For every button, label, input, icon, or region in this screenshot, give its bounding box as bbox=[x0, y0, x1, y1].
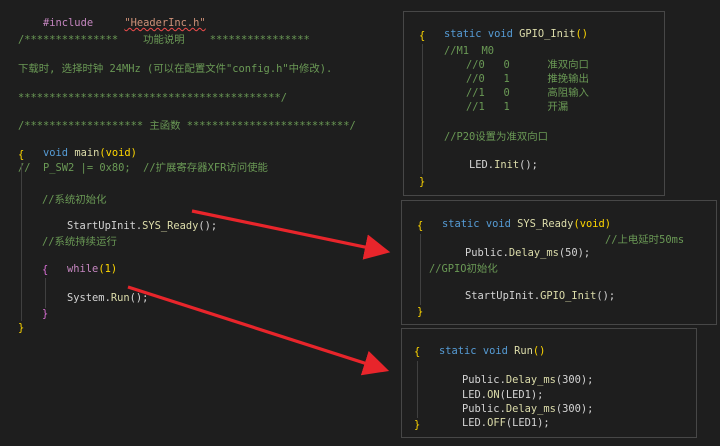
void-keyword: void bbox=[482, 345, 508, 357]
init-comment: //系统初始化 bbox=[42, 194, 107, 206]
system-run-call[interactable]: System.Run(); bbox=[42, 279, 148, 318]
public-object: Public. bbox=[465, 247, 509, 259]
indent-guide bbox=[420, 234, 421, 305]
run-open-brace: { bbox=[414, 346, 421, 358]
run-name: Run bbox=[514, 345, 533, 357]
sys-ready-close-brace: } bbox=[417, 306, 424, 318]
led-object: LED. bbox=[462, 417, 488, 429]
main-function-name: main bbox=[74, 147, 100, 159]
static-keyword: static bbox=[442, 218, 480, 230]
arrow-run bbox=[127, 285, 390, 376]
startup-init-object: StartUpInit. bbox=[67, 220, 143, 232]
delay-args: (300); bbox=[555, 374, 594, 386]
static-keyword: static bbox=[444, 28, 482, 40]
include-file: "HeaderInc.h" bbox=[124, 17, 206, 29]
p20-comment: //P20设置为准双向口 bbox=[444, 131, 549, 143]
gpio-init-name: GPIO_Init bbox=[519, 28, 576, 40]
led-object: LED. bbox=[469, 159, 495, 171]
sys-ready-params: (void) bbox=[573, 218, 611, 230]
include-directive: #include bbox=[43, 17, 94, 29]
run-close-brace: } bbox=[414, 419, 421, 431]
main-params: (void) bbox=[99, 147, 137, 159]
void-keyword: void bbox=[487, 28, 513, 40]
system-run-args: (); bbox=[129, 292, 149, 304]
gpio-init-call[interactable]: StartUpInit.GPIO_Init(); bbox=[440, 277, 615, 316]
gpio-init-args: (); bbox=[596, 290, 616, 302]
mode-comment-row: //0 0 准双向口 bbox=[466, 59, 589, 71]
led-init-args: (); bbox=[519, 159, 538, 171]
comment-main-banner: /******************* 主函数 ***************… bbox=[18, 120, 356, 132]
sys-ready-call[interactable]: SYS_Ready bbox=[142, 220, 198, 232]
system-object: System. bbox=[67, 292, 111, 304]
delay-args: (300); bbox=[555, 403, 594, 415]
led-init-call[interactable]: LED.Init(); bbox=[444, 146, 538, 185]
main-close-brace: } bbox=[18, 322, 25, 334]
led-off-args: (LED1); bbox=[505, 417, 550, 429]
run-call[interactable]: Run bbox=[111, 292, 130, 304]
arrow-sys-ready bbox=[191, 209, 391, 260]
while-keyword: while bbox=[67, 263, 99, 275]
run-panel: static void Run() { Public.Delay_ms(300)… bbox=[401, 328, 697, 438]
gpio-init-function: GPIO_Init bbox=[540, 290, 597, 302]
mode-comment-row: //1 0 高阻输入 bbox=[466, 87, 589, 99]
delay-comment: //上电延时50ms bbox=[605, 234, 685, 246]
indent-guide bbox=[417, 361, 418, 418]
sys-ready-open-brace: { bbox=[417, 220, 424, 232]
gpio-init-params: () bbox=[575, 28, 588, 40]
while-close-brace: } bbox=[42, 308, 49, 320]
mode-comment-row: //0 1 推挽输出 bbox=[466, 73, 589, 85]
comment-banner-2: ****************************************… bbox=[18, 92, 287, 104]
static-keyword: static bbox=[439, 345, 477, 357]
psw2-comment-line: // P_SW2 |= 0x80; //扩展寄存器XFR访问使能 bbox=[18, 162, 268, 174]
while-open-brace: { bbox=[42, 264, 49, 276]
startup-init-args: (); bbox=[198, 220, 218, 232]
mode-header-comment: //M1 M0 bbox=[444, 45, 495, 57]
run-statement[interactable]: LED.OFF(LED1); bbox=[437, 404, 550, 443]
startup-init-object: StartUpInit. bbox=[465, 290, 541, 302]
gpio-init-comment: //GPIO初始化 bbox=[429, 263, 498, 275]
gpio-init-panel: static void GPIO_Init() { //M1 M0 //0 0 … bbox=[403, 11, 665, 196]
delay-ms-function: Delay_ms bbox=[508, 247, 559, 259]
while-condition: (1) bbox=[98, 263, 118, 275]
mode-comment-row: //1 1 开漏 bbox=[466, 101, 569, 113]
comment-banner-1: /*************** 功能说明 **************** bbox=[18, 34, 310, 46]
init-function: Init bbox=[494, 159, 520, 171]
run-comment: //系统持续运行 bbox=[42, 236, 117, 248]
main-return-type: void bbox=[43, 147, 69, 159]
led-off-function: OFF bbox=[487, 417, 506, 429]
run-params: () bbox=[532, 345, 546, 357]
delay-args: (50); bbox=[558, 247, 591, 259]
indent-guide bbox=[422, 44, 423, 174]
comment-description: 下载时, 选择时钟 24MHz (可以在配置文件"config.h"中修改). bbox=[18, 63, 333, 75]
sys-ready-panel: static void SYS_Ready(void) { Public.Del… bbox=[401, 200, 717, 325]
gpio-init-close-brace: } bbox=[419, 176, 426, 188]
gpio-init-open-brace: { bbox=[419, 30, 426, 42]
indent-guide bbox=[21, 163, 22, 321]
main-open-brace: { bbox=[18, 149, 25, 161]
sys-ready-name: SYS_Ready bbox=[517, 218, 574, 230]
void-keyword: void bbox=[485, 218, 511, 230]
indent-guide-inner bbox=[45, 278, 46, 308]
